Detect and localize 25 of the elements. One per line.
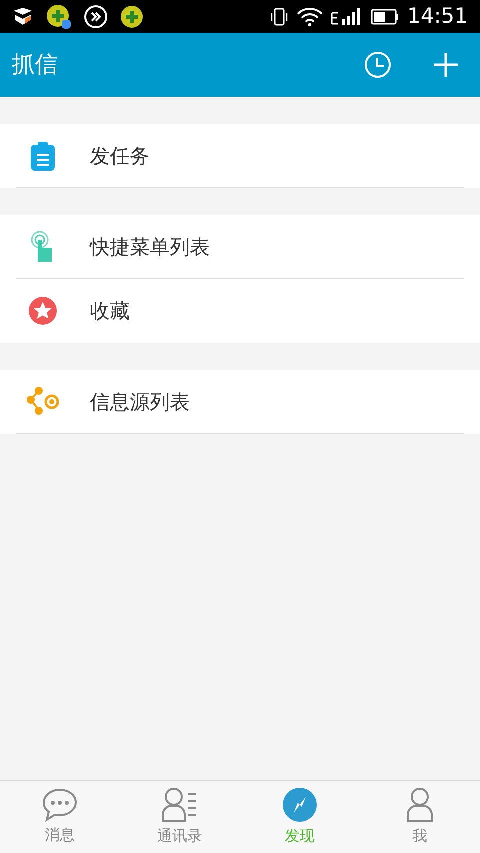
battery-icon xyxy=(371,8,400,24)
vibrate-icon xyxy=(271,6,290,26)
menu-item[interactable]: 信息源列表 xyxy=(0,370,480,434)
menu-item-label: 快捷菜单列表 xyxy=(90,234,210,261)
nodes-icon xyxy=(26,387,60,417)
menu-item-label: 信息源列表 xyxy=(90,389,190,416)
menu-item-label: 收藏 xyxy=(90,298,130,325)
menu-item[interactable]: 收藏 xyxy=(0,279,480,343)
menu-item[interactable]: 快捷菜单列表 xyxy=(0,215,480,279)
clipboard-icon xyxy=(30,141,56,171)
person-icon xyxy=(405,786,435,823)
add-button[interactable] xyxy=(432,51,460,79)
status-time: 14:51 xyxy=(407,6,468,27)
app-notification-icon xyxy=(12,6,34,26)
forward-icon xyxy=(84,4,108,28)
history-button[interactable] xyxy=(364,51,392,79)
plus-notification-icon xyxy=(46,4,72,30)
clock-icon xyxy=(364,51,392,79)
header-title: 抓信 xyxy=(12,50,58,80)
menu-item-label: 发任务 xyxy=(90,143,150,170)
menu-item[interactable]: 发任务 xyxy=(0,124,480,188)
chat-icon xyxy=(42,788,78,822)
plus-notification-icon xyxy=(120,4,144,28)
wifi-icon xyxy=(297,6,324,26)
plus-icon xyxy=(432,51,460,79)
